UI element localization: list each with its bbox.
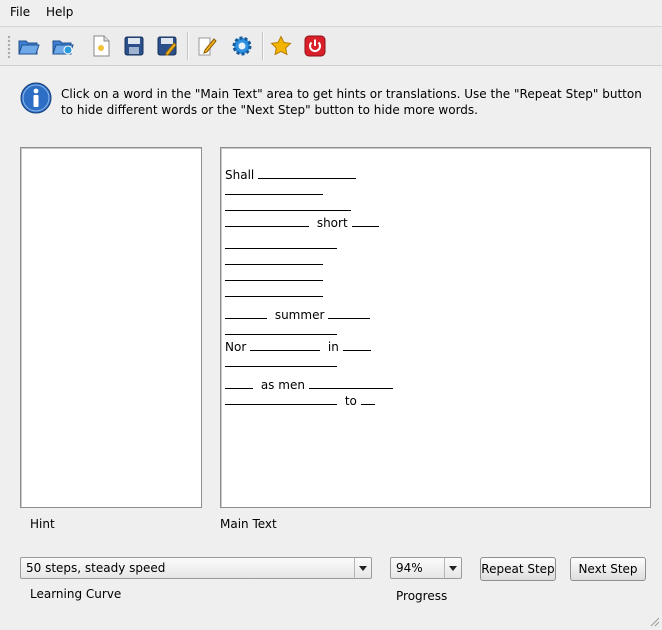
text-line: summer xyxy=(225,306,397,322)
text-line xyxy=(225,182,397,198)
word[interactable]: in xyxy=(328,340,339,354)
menu-bar: File Help xyxy=(0,0,662,27)
text-line: Shall xyxy=(225,166,397,182)
repeat-step-button[interactable]: Repeat Step xyxy=(480,557,556,581)
text-line: to xyxy=(225,392,397,408)
text-line xyxy=(225,284,397,300)
learning-curve-select[interactable]: 50 steps, steady speed xyxy=(20,557,372,579)
main-text-panel[interactable]: Shall short summer Nor in as men to xyxy=(220,147,651,508)
hidden-word[interactable] xyxy=(225,392,337,405)
word[interactable]: Shall xyxy=(225,168,254,182)
menu-help[interactable]: Help xyxy=(46,5,73,19)
word[interactable]: summer xyxy=(275,308,325,322)
progress-label: Progress xyxy=(396,589,448,603)
toolbar-separator xyxy=(262,32,264,60)
text-line xyxy=(225,322,397,338)
text-line: as men xyxy=(225,376,397,392)
text-line: short xyxy=(225,214,397,230)
toolbar-separator xyxy=(187,32,189,60)
toolbar xyxy=(0,27,662,66)
text-line: Nor in xyxy=(225,338,397,354)
hidden-word[interactable] xyxy=(308,376,393,389)
hidden-word[interactable] xyxy=(225,284,323,297)
hidden-word[interactable] xyxy=(225,214,309,227)
text-line xyxy=(225,198,397,214)
hidden-word[interactable] xyxy=(225,252,323,265)
learning-curve-value: 50 steps, steady speed xyxy=(26,561,166,575)
hidden-word[interactable] xyxy=(328,306,371,319)
main-text-label: Main Text xyxy=(220,517,277,531)
toolbar-grip[interactable] xyxy=(7,35,11,59)
hidden-word[interactable] xyxy=(225,268,323,281)
open-folder-icon[interactable] xyxy=(16,33,42,59)
text-line xyxy=(225,236,397,252)
hidden-word[interactable] xyxy=(342,338,371,351)
hint-label: Hint xyxy=(30,517,55,531)
edit-icon[interactable] xyxy=(194,33,220,59)
hidden-word[interactable] xyxy=(258,166,357,179)
hidden-word[interactable] xyxy=(225,306,267,319)
hidden-word[interactable] xyxy=(225,198,351,211)
learning-curve-label: Learning Curve xyxy=(30,587,122,601)
save-icon[interactable] xyxy=(121,33,147,59)
new-document-icon[interactable] xyxy=(88,33,114,59)
text-line xyxy=(225,252,397,268)
word[interactable]: Nor xyxy=(225,340,246,354)
hidden-word[interactable] xyxy=(360,392,375,405)
hidden-word[interactable] xyxy=(351,214,379,227)
open-remote-icon[interactable] xyxy=(50,33,76,59)
progress-value: 94% xyxy=(396,561,423,575)
text-line xyxy=(225,268,397,284)
main-text-lines: Shall short summer Nor in as men to xyxy=(225,166,397,408)
save-as-icon[interactable] xyxy=(154,33,180,59)
instructions-text: Click on a word in the "Main Text" area … xyxy=(61,87,642,117)
quit-power-icon[interactable] xyxy=(302,33,328,59)
favorite-star-icon[interactable] xyxy=(268,33,294,59)
hidden-word[interactable] xyxy=(225,182,323,195)
hint-panel[interactable] xyxy=(20,147,202,508)
resize-grip[interactable] xyxy=(648,615,660,627)
word[interactable]: short xyxy=(317,216,348,230)
hidden-word[interactable] xyxy=(225,236,337,249)
hidden-word[interactable] xyxy=(225,354,337,367)
next-step-button[interactable]: Next Step xyxy=(570,557,646,581)
chevron-down-icon[interactable] xyxy=(354,558,371,578)
word[interactable]: to xyxy=(345,394,357,408)
hidden-word[interactable] xyxy=(225,376,253,389)
text-line xyxy=(225,354,397,370)
chevron-down-icon[interactable] xyxy=(444,558,461,578)
menu-file[interactable]: File xyxy=(10,5,30,19)
hidden-word[interactable] xyxy=(250,338,321,351)
word[interactable]: as men xyxy=(261,378,305,392)
progress-select[interactable]: 94% xyxy=(390,557,462,579)
hidden-word[interactable] xyxy=(225,322,337,335)
info-icon xyxy=(20,82,52,114)
settings-gear-icon[interactable] xyxy=(229,33,255,59)
